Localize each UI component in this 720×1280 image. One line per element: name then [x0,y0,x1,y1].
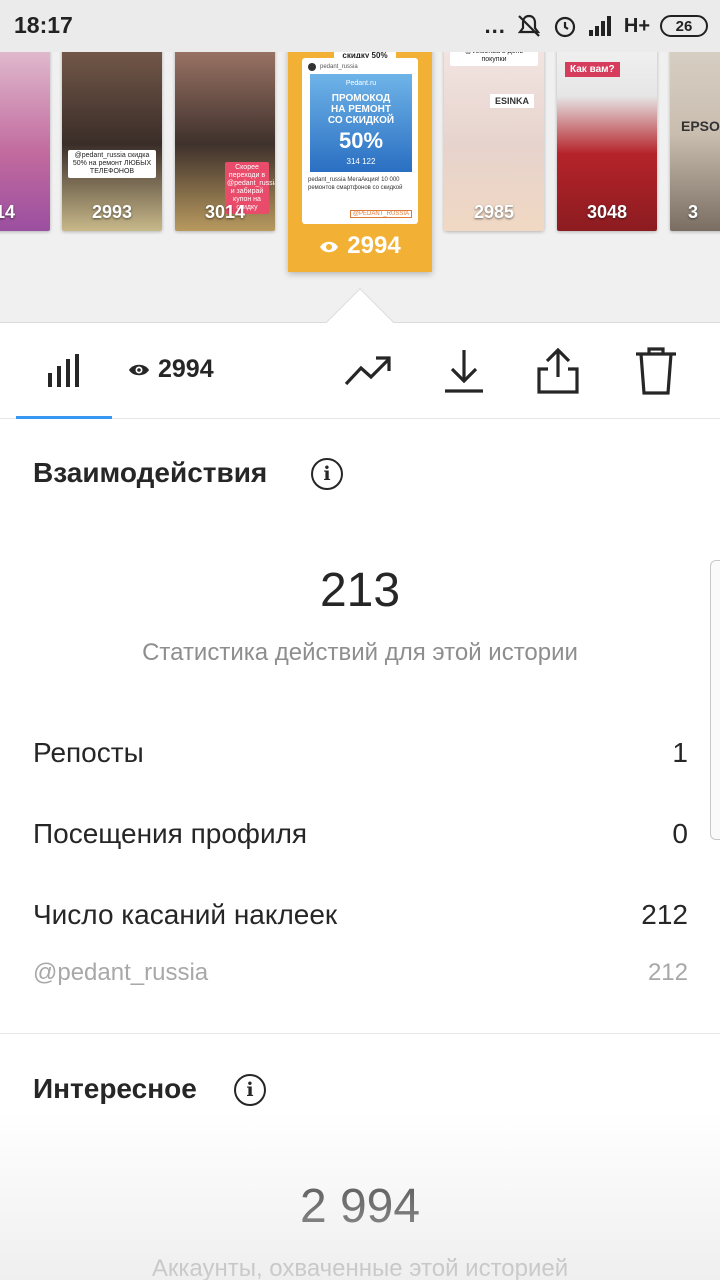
stat-label: Репосты [33,737,144,768]
interactions-heading: Взаимодействия [33,457,268,488]
stat-label: Посещения профиля [33,818,308,849]
story-view-count: 3014 [204,202,246,222]
views-count: 2994 [158,355,214,383]
share-icon [537,347,579,394]
battery-icon: 26 [660,15,708,37]
story-post-caption: pedant_russia МегаАкция! 10 000 ремонтов… [308,177,403,191]
promo-banner: Pedant.ru ПРОМОКОД НА РЕМОНТ СО СКИДКОЙ … [310,74,412,172]
story-sticker: ESINKA [490,94,535,108]
stat-row-sticker-taps: Число касаний наклеек 212 [33,899,688,931]
download-button[interactable] [438,345,490,397]
story-post-card: pedant_russia Pedant.ru ПРОМОКОД НА РЕМО… [302,58,418,224]
story-thumbnail[interactable]: EPSON 3 [670,38,720,231]
story-thumbnail[interactable]: @pedant_russia скидка 50% на ремонт ЛЮБЫ… [62,38,162,231]
section-divider [0,1033,720,1034]
story-view-count: 3048 [586,202,628,222]
stat-row-reposts: Репосты 1 [33,737,688,769]
info-icon[interactable]: i [311,458,343,490]
promo-stats: 314 122 [346,157,376,166]
story-view-count: 2993 [91,202,133,222]
stat-value: 212 [647,959,688,986]
stat-label: Число касаний наклеек [33,899,338,930]
mute-icon [517,14,541,37]
stat-row-mention-sticker: @pedant_russia 212 [33,959,688,987]
stat-value: 0 [672,818,688,849]
status-icons: ... H+ 26 [485,10,708,42]
stat-value: 1 [672,737,688,768]
promo-brand: Pedant.ru [345,80,377,87]
story-thumbnail[interactable]: ESINKA @velsonba в день покупки 2985 [444,38,544,231]
discovery-total: 2 994 [299,1180,421,1233]
promote-button[interactable] [342,345,394,397]
promo-line: НА РЕМОНТ [331,104,391,115]
selected-story-count-value: 2994 [347,232,401,259]
status-time: 18:17 [14,12,73,38]
insights-panel: 2994 Взаимодействия i 213 Статистика дей… [0,322,720,1280]
story-view-count: 214 [0,202,16,222]
story-view-count: 2985 [473,202,515,222]
story-toolbar: 2994 [0,323,720,419]
trend-up-icon [344,356,391,386]
download-icon [445,350,483,393]
interactions-total: 213 [319,564,401,617]
network-type: H+ [623,14,650,37]
promo-line: СО СКИДКОЙ [327,115,395,126]
story-post-user: pedant_russia [320,64,358,70]
story-thumbnail[interactable]: Как вам? 3048 [557,38,657,231]
discovery-heading: Интересное [33,1073,197,1104]
trash-icon [636,347,676,395]
stat-value: 212 [641,899,688,930]
info-icon[interactable]: i [234,1074,266,1106]
tab-insights[interactable] [16,323,112,419]
selected-story-view-count: 2994 [288,232,432,260]
interactions-subtitle: Статистика действий для этой истории [142,639,578,666]
share-button[interactable] [532,345,584,397]
active-tab-indicator [16,416,112,419]
avatar [308,63,316,71]
story-thumbnail[interactable]: Скорее переходи в @pedant_russia и забир… [175,38,275,231]
alarm-icon [554,16,575,38]
story-sticker: EPSON [681,118,720,134]
notification-dots: ... [484,13,506,38]
stat-label: @pedant_russia [33,959,209,986]
story-thumbnail[interactable]: 214 [0,38,50,231]
promo-line: ПРОМОКОД [331,93,391,104]
story-sticker: Как вам? [565,62,620,77]
story-note: @pedant_russia скидка 50% на ремонт ЛЮБЫ… [68,150,156,178]
stat-row-profile-visits: Посещения профиля 0 [33,818,688,850]
discovery-subtitle: Аккаунты, охваченные этой историей [151,1255,569,1280]
signal-icon [588,16,611,36]
delete-button[interactable] [630,345,682,397]
bar-chart-icon [48,354,79,387]
story-view-count: 3 [688,202,699,222]
eye-icon [320,241,339,252]
promo-percent: 50% [338,128,384,153]
eye-icon [129,364,149,375]
views-counter[interactable]: 2994 [128,355,214,384]
scrollbar[interactable] [710,560,720,840]
status-bar: 18:17 ... H+ 26 [0,0,720,52]
mention-sticker: @PEDANT_RUSSIA [349,210,412,218]
